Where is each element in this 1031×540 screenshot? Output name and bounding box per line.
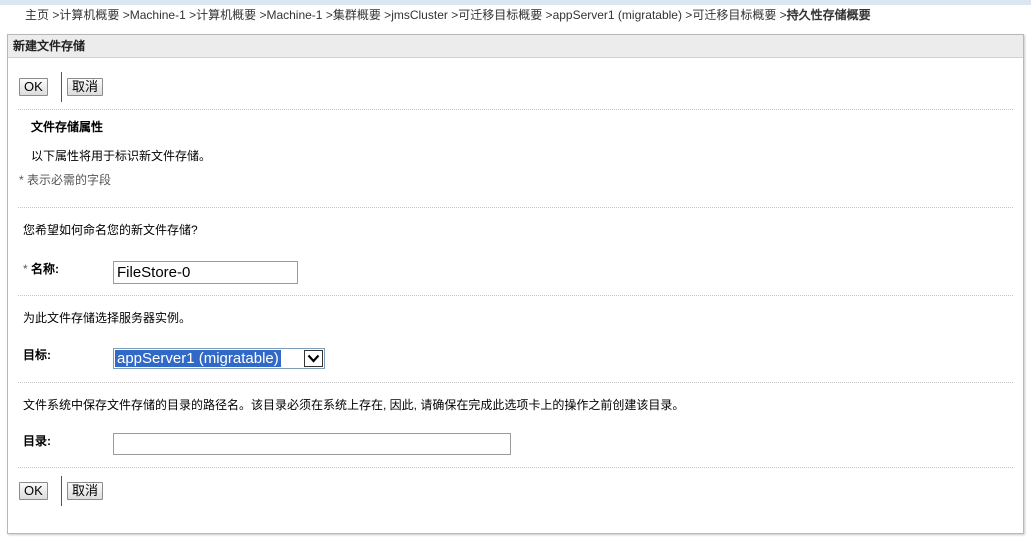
- breadcrumb-link[interactable]: Machine-1: [266, 8, 322, 22]
- name-label-text: 名称:: [31, 262, 60, 276]
- divider: [18, 207, 1013, 208]
- breadcrumb-link[interactable]: 计算机概要: [196, 8, 256, 22]
- divider: [18, 382, 1013, 383]
- breadcrumb-link[interactable]: 可迁移目标概要: [692, 8, 776, 22]
- section-heading: 文件存储属性: [31, 120, 104, 134]
- breadcrumb-separator: >: [256, 8, 267, 22]
- target-label: 目标:: [23, 348, 51, 362]
- ok-button-bottom[interactable]: OK: [19, 482, 48, 500]
- required-mark: *: [23, 262, 28, 276]
- breadcrumb-link[interactable]: Machine-1: [130, 8, 186, 22]
- target-selected-value: appServer1 (migratable): [115, 350, 281, 367]
- top-strip: [0, 0, 1031, 5]
- target-select[interactable]: appServer1 (migratable): [113, 348, 325, 369]
- breadcrumb-separator: >: [447, 8, 459, 22]
- chevron-down-icon[interactable]: [304, 350, 323, 367]
- breadcrumb-current: 持久性存储概要: [786, 8, 871, 22]
- directory-question: 文件系统中保存文件存储的目录的路径名。该目录必须在系统上存在, 因此, 请确保在…: [23, 398, 685, 412]
- breadcrumb-separator: >: [119, 8, 130, 22]
- breadcrumb-link[interactable]: 集群概要: [333, 8, 381, 22]
- breadcrumb-separator: >: [322, 8, 333, 22]
- button-separator-top: [61, 72, 62, 102]
- breadcrumb-link[interactable]: jmsCluster: [391, 8, 448, 22]
- breadcrumb-link[interactable]: appServer1 (migratable): [553, 8, 682, 22]
- target-question: 为此文件存储选择服务器实例。: [23, 311, 192, 325]
- button-separator-bottom: [61, 476, 62, 506]
- cancel-button-top[interactable]: 取消: [67, 78, 104, 96]
- breadcrumb-link[interactable]: 主页: [25, 8, 49, 22]
- name-input[interactable]: [113, 261, 298, 284]
- new-file-store-panel: 新建文件存储 OK 取消 文件存储属性 以下属性将用于标识新文件存储。 * 表示…: [7, 34, 1024, 534]
- breadcrumb-separator: >: [380, 8, 392, 22]
- breadcrumb: 主页 >计算机概要 >Machine-1 >计算机概要 >Machine-1 >…: [25, 7, 871, 23]
- divider: [18, 295, 1013, 296]
- name-question: 您希望如何命名您的新文件存储?: [23, 223, 198, 237]
- cancel-button-bottom[interactable]: 取消: [67, 482, 104, 500]
- required-note: * 表示必需的字段: [19, 173, 112, 187]
- breadcrumb-separator: >: [681, 8, 693, 22]
- breadcrumb-separator: >: [776, 8, 787, 22]
- breadcrumb-separator: >: [542, 8, 553, 22]
- breadcrumb-separator: >: [185, 8, 197, 22]
- breadcrumb-separator: >: [49, 8, 60, 22]
- section-description: 以下属性将用于标识新文件存储。: [31, 149, 212, 163]
- directory-label: 目录:: [23, 434, 51, 448]
- panel-title: 新建文件存储: [8, 35, 1023, 58]
- ok-button-top[interactable]: OK: [19, 78, 48, 96]
- name-label: * 名称:: [23, 261, 59, 277]
- breadcrumb-link[interactable]: 计算机概要: [59, 8, 119, 22]
- directory-input[interactable]: [113, 433, 511, 455]
- divider: [18, 467, 1013, 468]
- breadcrumb-link[interactable]: 可迁移目标概要: [458, 8, 542, 22]
- divider: [18, 109, 1013, 110]
